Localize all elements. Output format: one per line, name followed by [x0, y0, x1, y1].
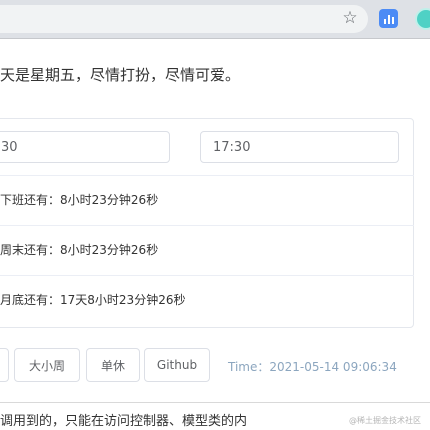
- partial-button[interactable]: [0, 348, 9, 382]
- time-label: Time：: [228, 360, 270, 374]
- greeting-text: 天是星期五，尽情打扮，尽情可爱。: [0, 66, 241, 84]
- big-small-week-button[interactable]: 大小周: [14, 348, 80, 382]
- countdown-label: 下班还有：: [0, 193, 61, 207]
- end-time-input[interactable]: [200, 131, 399, 163]
- countdown-text: 周末还有：8小时23分钟26秒: [0, 241, 158, 258]
- watermark: @稀土掘金技术社区: [349, 416, 421, 425]
- content-divider: [0, 402, 430, 403]
- bar-chart-icon[interactable]: [379, 9, 398, 28]
- single-rest-button[interactable]: 单休: [86, 348, 140, 382]
- star-icon[interactable]: ☆: [340, 8, 360, 28]
- countdown-text: 月底还有：17天8小时23分钟26秒: [0, 291, 185, 308]
- article-text: 调用到的，只能在访问控制器、模型类的内: [0, 414, 248, 429]
- current-time: Time：2021-05-14 09:06:34: [228, 358, 397, 375]
- address-bar[interactable]: [0, 5, 368, 33]
- countdown-value: 8小时23分钟26秒: [60, 243, 159, 257]
- time-value: 2021-05-14 09:06:34: [269, 360, 397, 374]
- countdown-row-offwork: 下班还有：8小时23分钟26秒: [0, 175, 414, 225]
- countdown-label: 周末还有：: [0, 243, 61, 257]
- toolbar-divider: [0, 38, 430, 39]
- countdown-value: 17天8小时23分钟26秒: [60, 293, 186, 307]
- circle-extension-icon[interactable]: [415, 8, 430, 30]
- github-button[interactable]: Github: [144, 348, 210, 382]
- browser-toolbar: ☆: [0, 0, 430, 38]
- countdown-text: 下班还有：8小时23分钟26秒: [0, 191, 158, 208]
- start-time-input[interactable]: [0, 131, 170, 163]
- countdown-label: 月底还有：: [0, 293, 61, 307]
- countdown-row-weekend: 周末还有：8小时23分钟26秒: [0, 225, 414, 275]
- countdown-value: 8小时23分钟26秒: [60, 193, 159, 207]
- countdown-row-month-end: 月底还有：17天8小时23分钟26秒: [0, 275, 414, 325]
